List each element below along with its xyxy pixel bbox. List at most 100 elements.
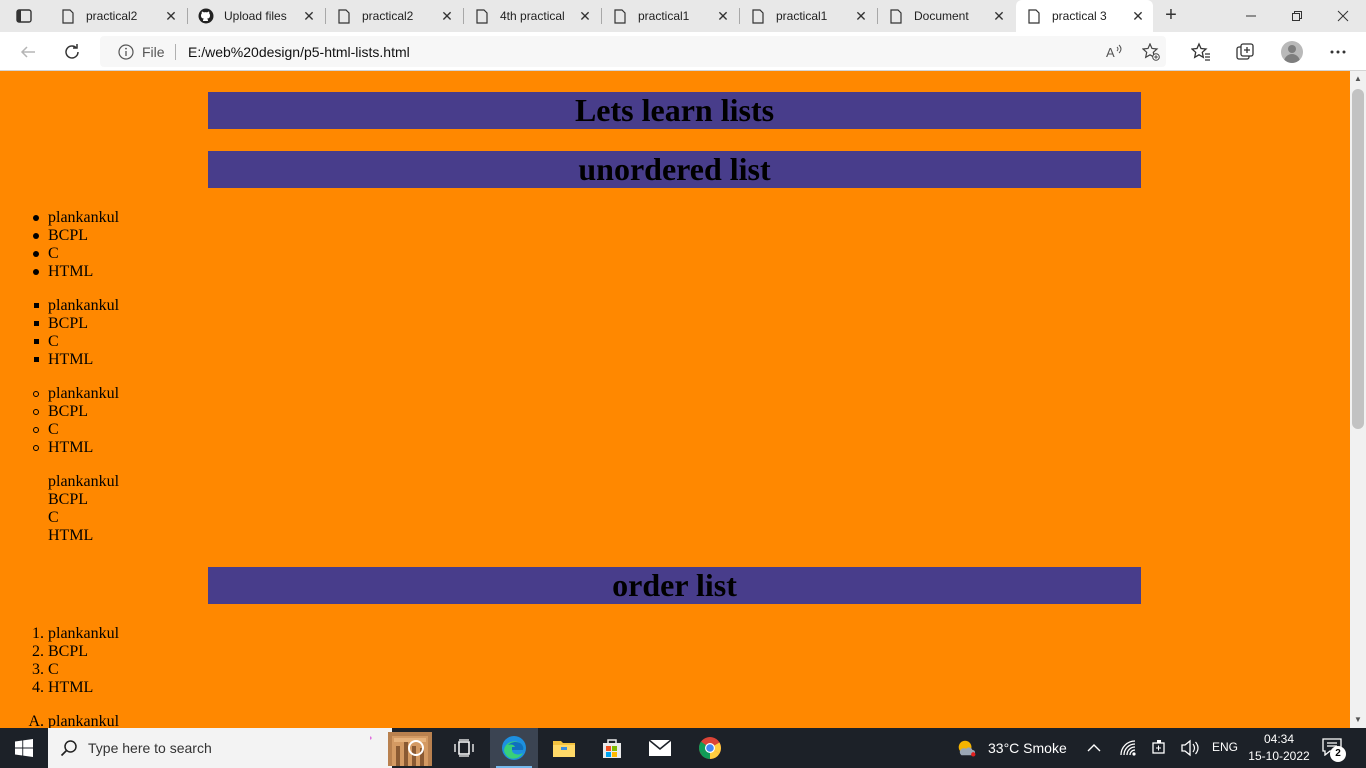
add-favorite-icon[interactable] xyxy=(1142,43,1160,61)
close-icon[interactable]: ✕ xyxy=(578,9,592,23)
weather-text[interactable]: 33°C Smoke xyxy=(988,740,1067,756)
avatar-head xyxy=(1288,45,1296,53)
unordered-list-heading: unordered list xyxy=(208,151,1141,188)
collections-icon[interactable] xyxy=(1234,41,1256,63)
chevron-up-icon[interactable] xyxy=(1084,738,1104,758)
list-item-text: BCPL xyxy=(48,227,89,244)
microsoft-store-icon[interactable] xyxy=(588,728,636,768)
input-language[interactable]: ENG xyxy=(1212,740,1238,754)
tab-strip: practical2 ✕ Upload files ✕ practical2 ✕… xyxy=(0,0,1366,32)
clock-date: 15-10-2022 xyxy=(1248,749,1310,763)
new-tab-button[interactable]: + xyxy=(1160,5,1182,27)
windows-start-icon[interactable] xyxy=(0,728,48,768)
refresh-button[interactable] xyxy=(60,40,84,64)
tab-practical2-a[interactable]: practical2 ✕ xyxy=(50,0,186,32)
list-item-text: plankankul xyxy=(48,473,120,490)
list-item-text: C xyxy=(48,421,59,438)
list-item-text: HTML xyxy=(48,679,94,696)
circle-bullet xyxy=(33,409,39,415)
github-icon xyxy=(198,8,214,24)
network-icon[interactable] xyxy=(1118,738,1138,758)
profile-avatar[interactable] xyxy=(1281,41,1303,63)
list-item: BCPL xyxy=(33,403,119,421)
minimize-button[interactable] xyxy=(1228,4,1274,28)
numbered-list: 1. plankankul 2. BCPL 3. C 4. HTML xyxy=(32,625,119,697)
tab-practical2-b[interactable]: practical2 ✕ xyxy=(326,0,462,32)
close-icon[interactable]: ✕ xyxy=(164,9,178,23)
page-icon xyxy=(612,8,628,24)
list-item: 1. plankankul xyxy=(32,625,119,643)
list-item: C xyxy=(34,333,119,351)
clock-time: 04:34 xyxy=(1263,732,1295,746)
tab-practical1-b[interactable]: practical1 ✕ xyxy=(740,0,876,32)
close-icon[interactable]: ✕ xyxy=(854,9,868,23)
close-icon[interactable]: ✕ xyxy=(302,9,316,23)
info-icon[interactable] xyxy=(118,44,134,60)
list-marker: 3. xyxy=(32,661,44,678)
weather-icon[interactable] xyxy=(956,738,976,758)
volume-icon[interactable] xyxy=(1180,738,1200,758)
task-view-icon[interactable] xyxy=(440,728,488,768)
file-explorer-icon[interactable] xyxy=(540,728,588,768)
close-icon[interactable]: ✕ xyxy=(1131,9,1145,23)
scroll-thumb[interactable] xyxy=(1352,89,1364,429)
circle-list: plankankul BCPL C HTML xyxy=(33,385,120,457)
avatar-body xyxy=(1284,54,1300,63)
list-item-text: BCPL xyxy=(48,403,89,420)
back-button[interactable] xyxy=(16,40,40,64)
close-icon[interactable]: ✕ xyxy=(992,9,1006,23)
list-item-text: BCPL xyxy=(48,491,89,508)
close-icon[interactable]: ✕ xyxy=(440,9,454,23)
tab-practical-3[interactable]: practical 3 ✕ xyxy=(1016,0,1153,32)
close-icon[interactable]: ✕ xyxy=(716,9,730,23)
list-item: 4. HTML xyxy=(32,679,119,697)
taskbar-search[interactable]: Type here to search xyxy=(48,728,432,768)
list-item: BCPL xyxy=(33,227,119,245)
cortana-icon[interactable] xyxy=(392,728,440,768)
restore-button[interactable] xyxy=(1274,4,1320,28)
list-item: 2. BCPL xyxy=(32,643,119,661)
list-item-text: plankankul xyxy=(48,385,120,402)
disc-bullet xyxy=(33,251,39,257)
close-window-button[interactable] xyxy=(1320,4,1366,28)
list-item-text: HTML xyxy=(48,439,94,456)
list-marker: 1. xyxy=(32,625,44,642)
mail-icon[interactable] xyxy=(636,728,684,768)
scroll-up-arrow-icon[interactable]: ▲ xyxy=(1350,71,1366,87)
list-item: BCPL xyxy=(48,491,119,509)
tab-document[interactable]: Document ✕ xyxy=(878,0,1014,32)
list-item-text: plankankul xyxy=(48,209,120,226)
favorites-icon[interactable] xyxy=(1190,41,1212,63)
list-marker: 2. xyxy=(32,643,44,660)
url-text[interactable]: E:/web%20design/p5-html-lists.html xyxy=(188,44,410,60)
list-item: 3. C xyxy=(32,661,119,679)
square-bullet xyxy=(34,321,39,326)
read-aloud-icon[interactable]: A xyxy=(1106,43,1124,61)
list-item-text: C xyxy=(48,333,59,350)
search-placeholder: Type here to search xyxy=(88,740,212,756)
edge-taskbar-icon[interactable] xyxy=(490,728,538,768)
page-icon xyxy=(1026,8,1042,24)
disc-bullet xyxy=(33,233,39,239)
more-menu-icon[interactable] xyxy=(1327,41,1349,63)
notification-center-icon[interactable]: 2 xyxy=(1322,738,1346,762)
tab-upload-files[interactable]: Upload files ✕ xyxy=(188,0,324,32)
alpha-list: A. plankankul xyxy=(28,713,119,728)
scroll-down-arrow-icon[interactable]: ▼ xyxy=(1350,712,1366,728)
tab-practical1-a[interactable]: practical1 ✕ xyxy=(602,0,738,32)
address-bar[interactable]: File E:/web%20design/p5-html-lists.html … xyxy=(100,36,1166,67)
battery-icon[interactable] xyxy=(1149,738,1169,758)
list-item: plankankul xyxy=(48,473,119,491)
vertical-scrollbar[interactable]: ▲ ▼ xyxy=(1350,71,1366,728)
disc-list: plankankul BCPL C HTML xyxy=(33,209,120,281)
list-item-text: BCPL xyxy=(48,315,89,332)
svg-text:A: A xyxy=(1106,45,1115,60)
page-icon xyxy=(474,8,490,24)
chrome-icon[interactable] xyxy=(686,728,734,768)
list-item: C xyxy=(33,245,119,263)
tab-4th-practical[interactable]: 4th practical ✕ xyxy=(464,0,600,32)
system-clock[interactable]: 04:34 15-10-2022 xyxy=(1244,731,1314,765)
list-item: A. plankankul xyxy=(28,713,119,728)
list-item: HTML xyxy=(34,351,119,369)
tab-actions-icon[interactable] xyxy=(12,6,36,26)
